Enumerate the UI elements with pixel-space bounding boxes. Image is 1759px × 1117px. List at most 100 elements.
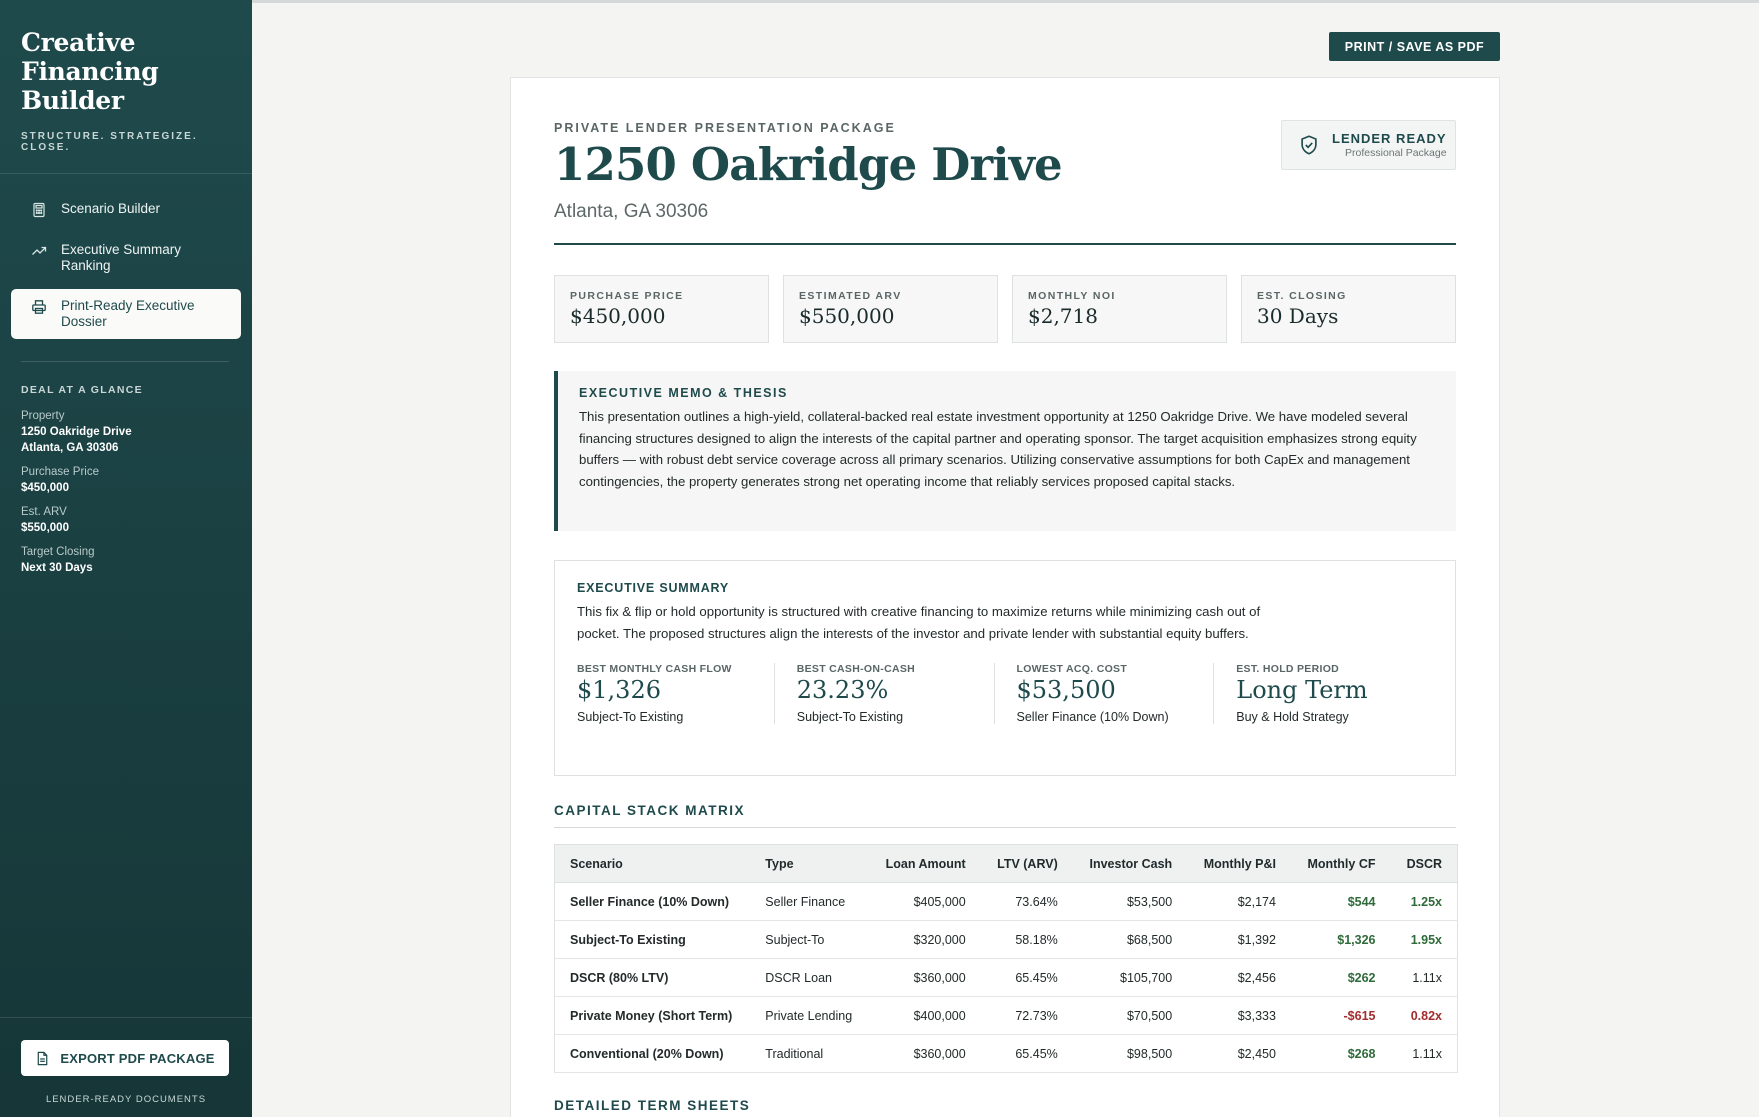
stat-label: MONTHLY NOI: [1028, 290, 1116, 302]
cell-type: Traditional: [750, 1034, 869, 1073]
brand-title: Creative Financing Builder: [21, 28, 159, 115]
metric-best-cash-on-cash: BEST CASH-ON-CASH 23.23% Subject-To Exis…: [773, 663, 994, 725]
metric-value: $53,500: [1016, 676, 1116, 705]
cell-pi: $2,456: [1187, 958, 1291, 997]
trending-up-icon: [31, 243, 47, 259]
cell-type: DSCR Loan: [750, 958, 869, 997]
summary-title: EXECUTIVE SUMMARY: [577, 581, 730, 595]
column-header: Monthly CF: [1290, 844, 1391, 883]
cell-dscr: 0.82x: [1390, 996, 1458, 1035]
cell-pi: $3,333: [1187, 996, 1291, 1035]
document-icon: [38, 1051, 48, 1065]
nav-item-print-ready-dossier[interactable]: Print-Ready Executive Dossier: [11, 289, 241, 339]
memo-title: EXECUTIVE MEMO & THESIS: [579, 386, 788, 400]
brand: Creative Financing Builder STRUCTURE. ST…: [0, 0, 252, 174]
cell-loan: $320,000: [868, 920, 981, 959]
executive-memo: EXECUTIVE MEMO & THESIS This presentatio…: [554, 371, 1456, 531]
badge-title: LENDER READY: [1332, 131, 1447, 146]
table-row: Private Money (Short Term) Private Lendin…: [554, 996, 1458, 1035]
stat-card-purchase-price: PURCHASE PRICE $450,000: [554, 275, 769, 343]
metric-est-hold-period: EST. HOLD PERIOD Long Term Buy & Hold St…: [1213, 663, 1433, 725]
metric-value: 23.23%: [796, 676, 889, 705]
table-row: Seller Finance (10% Down) Seller Finance $…: [554, 882, 1458, 921]
property-address: Atlanta, GA 30306: [554, 201, 709, 222]
cell-cf: $262: [1290, 958, 1391, 997]
print-save-pdf-button[interactable]: PRINT / SAVE AS PDF: [1329, 32, 1500, 61]
nav-item-scenario-builder[interactable]: Scenario Builder: [11, 192, 241, 227]
stat-label: ESTIMATED ARV: [799, 290, 902, 302]
cell-dscr: 1.11x: [1390, 1034, 1458, 1073]
cell-scenario: DSCR (80% LTV): [554, 958, 751, 997]
column-header: DSCR: [1390, 844, 1458, 883]
cell-ltv: 65.45%: [980, 958, 1073, 997]
table-row: DSCR (80% LTV) DSCR Loan $360,000 65.45% $10…: [554, 958, 1458, 997]
brand-tagline: STRUCTURE. STRATEGIZE. CLOSE.: [21, 131, 198, 153]
key-stats: PURCHASE PRICE $450,000 ESTIMATED ARV $5…: [554, 275, 1456, 343]
export-pdf-label: EXPORT PDF PACKAGE: [60, 1050, 215, 1066]
metric-label: LOWEST ACQ. COST: [1016, 663, 1128, 676]
metric-lowest-acq-cost: LOWEST ACQ. COST $53,500 Seller Finance …: [993, 663, 1214, 725]
summary-body: This fix & flip or hold opportunity is s…: [577, 604, 1261, 641]
metric-label: EST. HOLD PERIOD: [1236, 663, 1340, 676]
metric-value: Long Term: [1236, 676, 1368, 705]
nav-item-executive-summary-ranking[interactable]: Executive Summary Ranking: [11, 233, 241, 283]
summary-metrics: BEST MONTHLY CASH FLOW $1,326 Subject-To…: [577, 663, 1433, 725]
stat-value: 30 Days: [1257, 304, 1339, 328]
glance-property-line1: 1250 Oakridge Drive: [21, 426, 132, 438]
metric-sub: Subject-To Existing: [796, 710, 904, 725]
cell-dscr: 1.95x: [1390, 920, 1458, 959]
nav-item-label: Print-Ready Executive Dossier: [61, 298, 195, 329]
cell-cf: -$615: [1290, 996, 1391, 1035]
printer-icon: [31, 299, 47, 315]
table-row: Conventional (20% Down) Traditional $360,0…: [554, 1034, 1458, 1073]
cell-loan: $360,000: [868, 1034, 981, 1073]
calculator-icon: [31, 202, 47, 218]
glance-property-line2: Atlanta, GA 30306: [21, 442, 119, 454]
cell-type: Private Lending: [750, 996, 869, 1035]
cell-loan: $360,000: [868, 958, 981, 997]
export-pdf-button[interactable]: EXPORT PDF PACKAGE: [21, 1040, 229, 1076]
cell-cash: $98,500: [1072, 1034, 1188, 1073]
glance-price-value: $450,000: [21, 482, 69, 494]
table-row: Subject-To Existing Subject-To $320,000 58.…: [554, 920, 1458, 959]
sidebar-nav: Scenario Builder Executive Summary Ranki…: [0, 174, 252, 339]
glance-property-label: Property: [21, 410, 65, 422]
metric-value: $1,326: [577, 676, 661, 705]
glance-closing-value: Next 30 Days: [21, 562, 93, 574]
stat-card-estimated-arv: ESTIMATED ARV $550,000: [783, 275, 998, 343]
badge-subtitle: Professional Package: [1345, 147, 1447, 159]
glance-arv-label: Est. ARV: [21, 506, 67, 518]
cell-loan: $400,000: [868, 996, 981, 1035]
sidebar-footer: EXPORT PDF PACKAGE LENDER-READY DOCUMENT…: [0, 1017, 252, 1117]
column-header: Investor Cash: [1072, 844, 1188, 883]
footer-tagline: LENDER-READY DOCUMENTS: [45, 1094, 207, 1105]
cell-ltv: 58.18%: [980, 920, 1073, 959]
column-header: LTV (ARV): [980, 844, 1073, 883]
metric-sub: Buy & Hold Strategy: [1236, 710, 1349, 725]
cell-scenario: Conventional (20% Down): [554, 1034, 751, 1073]
capital-stack-title: CAPITAL STACK MATRIX: [554, 803, 1456, 828]
cell-cf: $268: [1290, 1034, 1391, 1073]
glance-price-label: Purchase Price: [21, 466, 99, 478]
cell-ltv: 65.45%: [980, 1034, 1073, 1073]
metric-label: BEST MONTHLY CASH FLOW: [577, 663, 732, 676]
cell-cash: $53,500: [1072, 882, 1188, 921]
shield-check-icon: [1301, 135, 1317, 155]
stat-label: PURCHASE PRICE: [570, 290, 684, 302]
cell-pi: $2,174: [1187, 882, 1291, 921]
cell-type: Seller Finance: [750, 882, 869, 921]
cell-cash: $105,700: [1072, 958, 1188, 997]
cell-scenario: Seller Finance (10% Down): [554, 882, 751, 921]
cell-scenario: Private Money (Short Term): [554, 996, 751, 1035]
stat-value: $450,000: [570, 304, 666, 328]
package-eyebrow: PRIVATE LENDER PRESENTATION PACKAGE: [554, 121, 896, 135]
property-title: 1250 Oakridge Drive: [554, 138, 1063, 191]
table-header-row: Scenario Type Loan Amount LTV (ARV) Inve…: [554, 844, 1458, 883]
stat-label: EST. CLOSING: [1257, 290, 1347, 302]
cell-cash: $70,500: [1072, 996, 1188, 1035]
stat-value: $550,000: [799, 304, 895, 328]
column-header: Scenario: [554, 844, 751, 883]
executive-summary: EXECUTIVE SUMMARY This fix & flip or hol…: [554, 560, 1456, 776]
capital-stack-table: Scenario Type Loan Amount LTV (ARV) Inve…: [554, 844, 1458, 1073]
nav-item-label: Executive Summary Ranking: [61, 242, 182, 273]
